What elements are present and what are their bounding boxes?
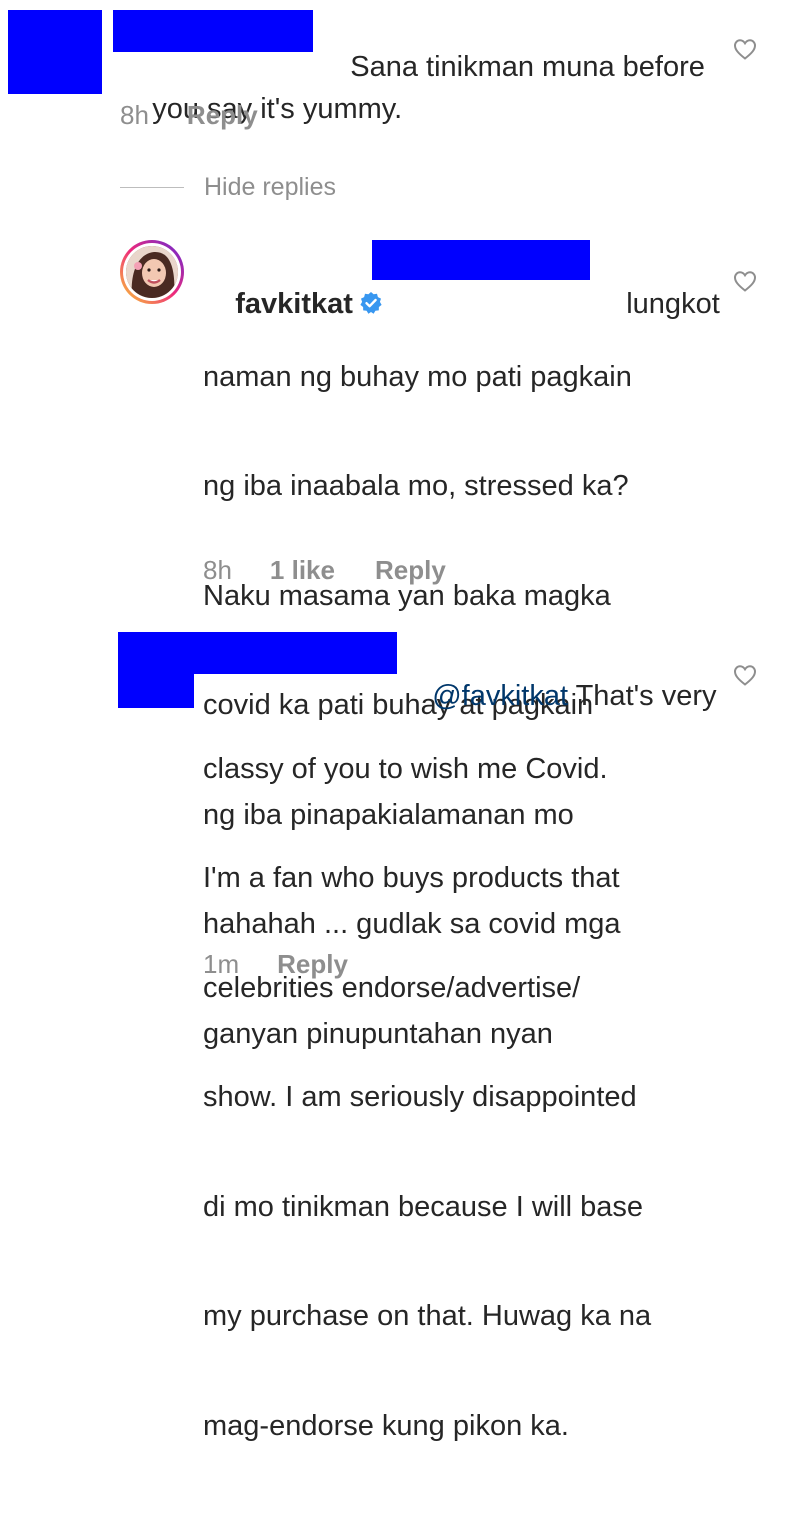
redacted-avatar xyxy=(8,10,102,94)
heart-outline-icon[interactable] xyxy=(733,270,757,292)
comment-line: show. I am seriously disappointed xyxy=(203,1079,651,1116)
heart-outline-icon[interactable] xyxy=(733,664,757,686)
redacted-avatar xyxy=(118,632,194,708)
hide-replies-label: Hide replies xyxy=(204,173,336,202)
comment-line: classy of you to wish me Covid. xyxy=(203,751,651,788)
avatar-photo xyxy=(126,246,178,298)
avatar[interactable] xyxy=(120,240,184,304)
reply-button[interactable]: Reply xyxy=(277,949,348,980)
comment-line: Sana tinikman muna before xyxy=(350,51,705,83)
hide-replies-button[interactable]: Hide replies xyxy=(120,173,336,202)
comment-time: 8h xyxy=(120,100,149,131)
comment-line: mag-endorse kung pikon ka. xyxy=(203,1408,651,1445)
profile-photo-icon xyxy=(126,246,178,298)
comment-line: di mo tinikman because I will base xyxy=(203,1189,651,1226)
hide-replies-divider xyxy=(120,187,184,188)
comment-body: classy of you to wish me Covid. I'm a fa… xyxy=(203,678,651,1517)
heart-outline-icon[interactable] xyxy=(733,38,757,60)
comment-meta: 8h 1 like Reply xyxy=(203,555,446,586)
likes-count-button[interactable]: 1 like xyxy=(270,555,335,586)
redacted-mention xyxy=(372,240,590,280)
comment-line: lungkot xyxy=(626,288,720,320)
comment-meta: 8h Reply xyxy=(120,100,258,131)
redacted-username xyxy=(194,632,397,674)
comment-line: I'm a fan who buys products that xyxy=(203,860,651,897)
comment-line: naman ng buhay mo pati pagkain xyxy=(203,359,632,396)
redacted-username xyxy=(113,10,313,52)
comment-time: 1m xyxy=(203,949,239,980)
comment-line: my purchase on that. Huwag ka na xyxy=(203,1298,651,1335)
reply-button[interactable]: Reply xyxy=(187,100,258,131)
comment-line: ng iba inaabala mo, stressed ka? xyxy=(203,468,632,505)
comment-meta: 1m Reply xyxy=(203,949,348,980)
reply-button[interactable]: Reply xyxy=(375,555,446,586)
comment-time: 8h xyxy=(203,555,232,586)
